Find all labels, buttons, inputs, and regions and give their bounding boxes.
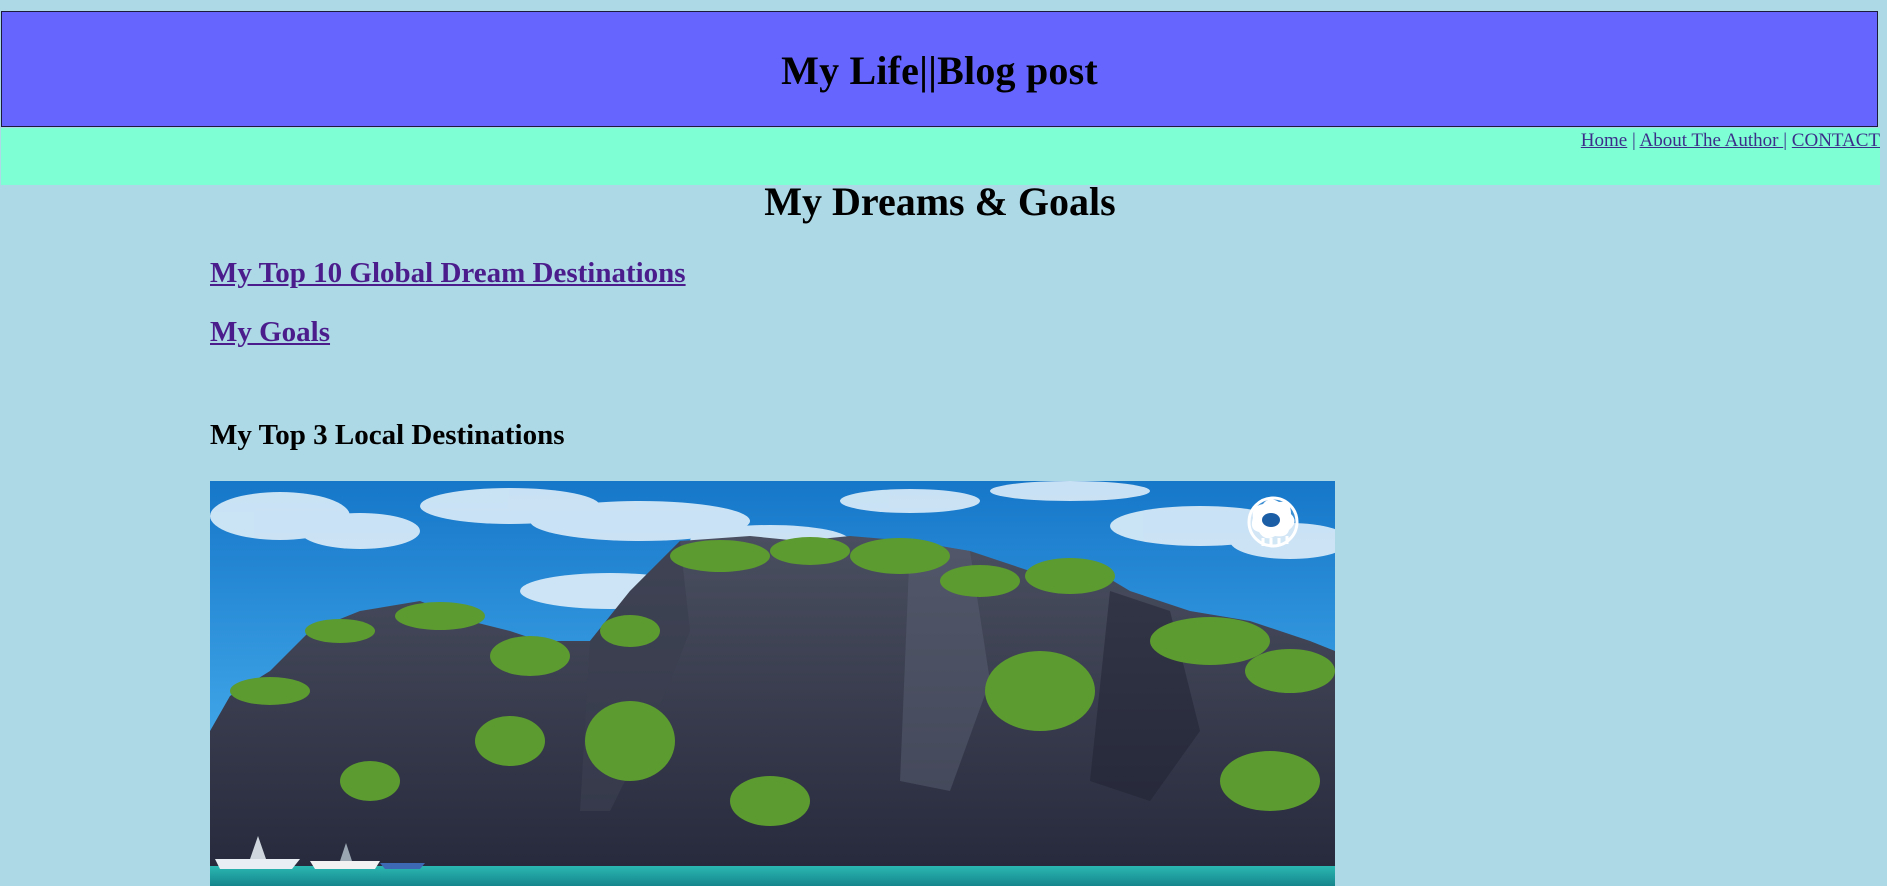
link-my-goals[interactable]: My Goals [210,315,1340,349]
nav-bar: Home | About The Author | CONTACT [1,128,1880,185]
site-title: My Life||Blog post [781,47,1098,93]
link-global-dream-destinations[interactable]: My Top 10 Global Dream Destinations [210,256,1340,290]
nav-separator: | [1783,130,1792,151]
site-header: My Life||Blog post [1,11,1878,127]
destination-photo [210,481,1335,886]
section-heading-local-destinations: My Top 3 Local Destinations [210,419,565,451]
nav-links: Home | About The Author | CONTACT [1581,130,1880,152]
nav-separator: | [1627,130,1640,151]
nav-link-contact[interactable]: CONTACT [1792,130,1880,151]
main-content: My Top 10 Global Dream Destinations My G… [210,250,1340,452]
nav-link-about-author[interactable]: About The Author [1640,130,1784,151]
page-heading: My Dreams & Goals [764,179,1116,224]
water [210,866,1335,886]
sheep-logo-icon [1247,496,1299,548]
nav-link-home[interactable]: Home [1581,130,1627,151]
